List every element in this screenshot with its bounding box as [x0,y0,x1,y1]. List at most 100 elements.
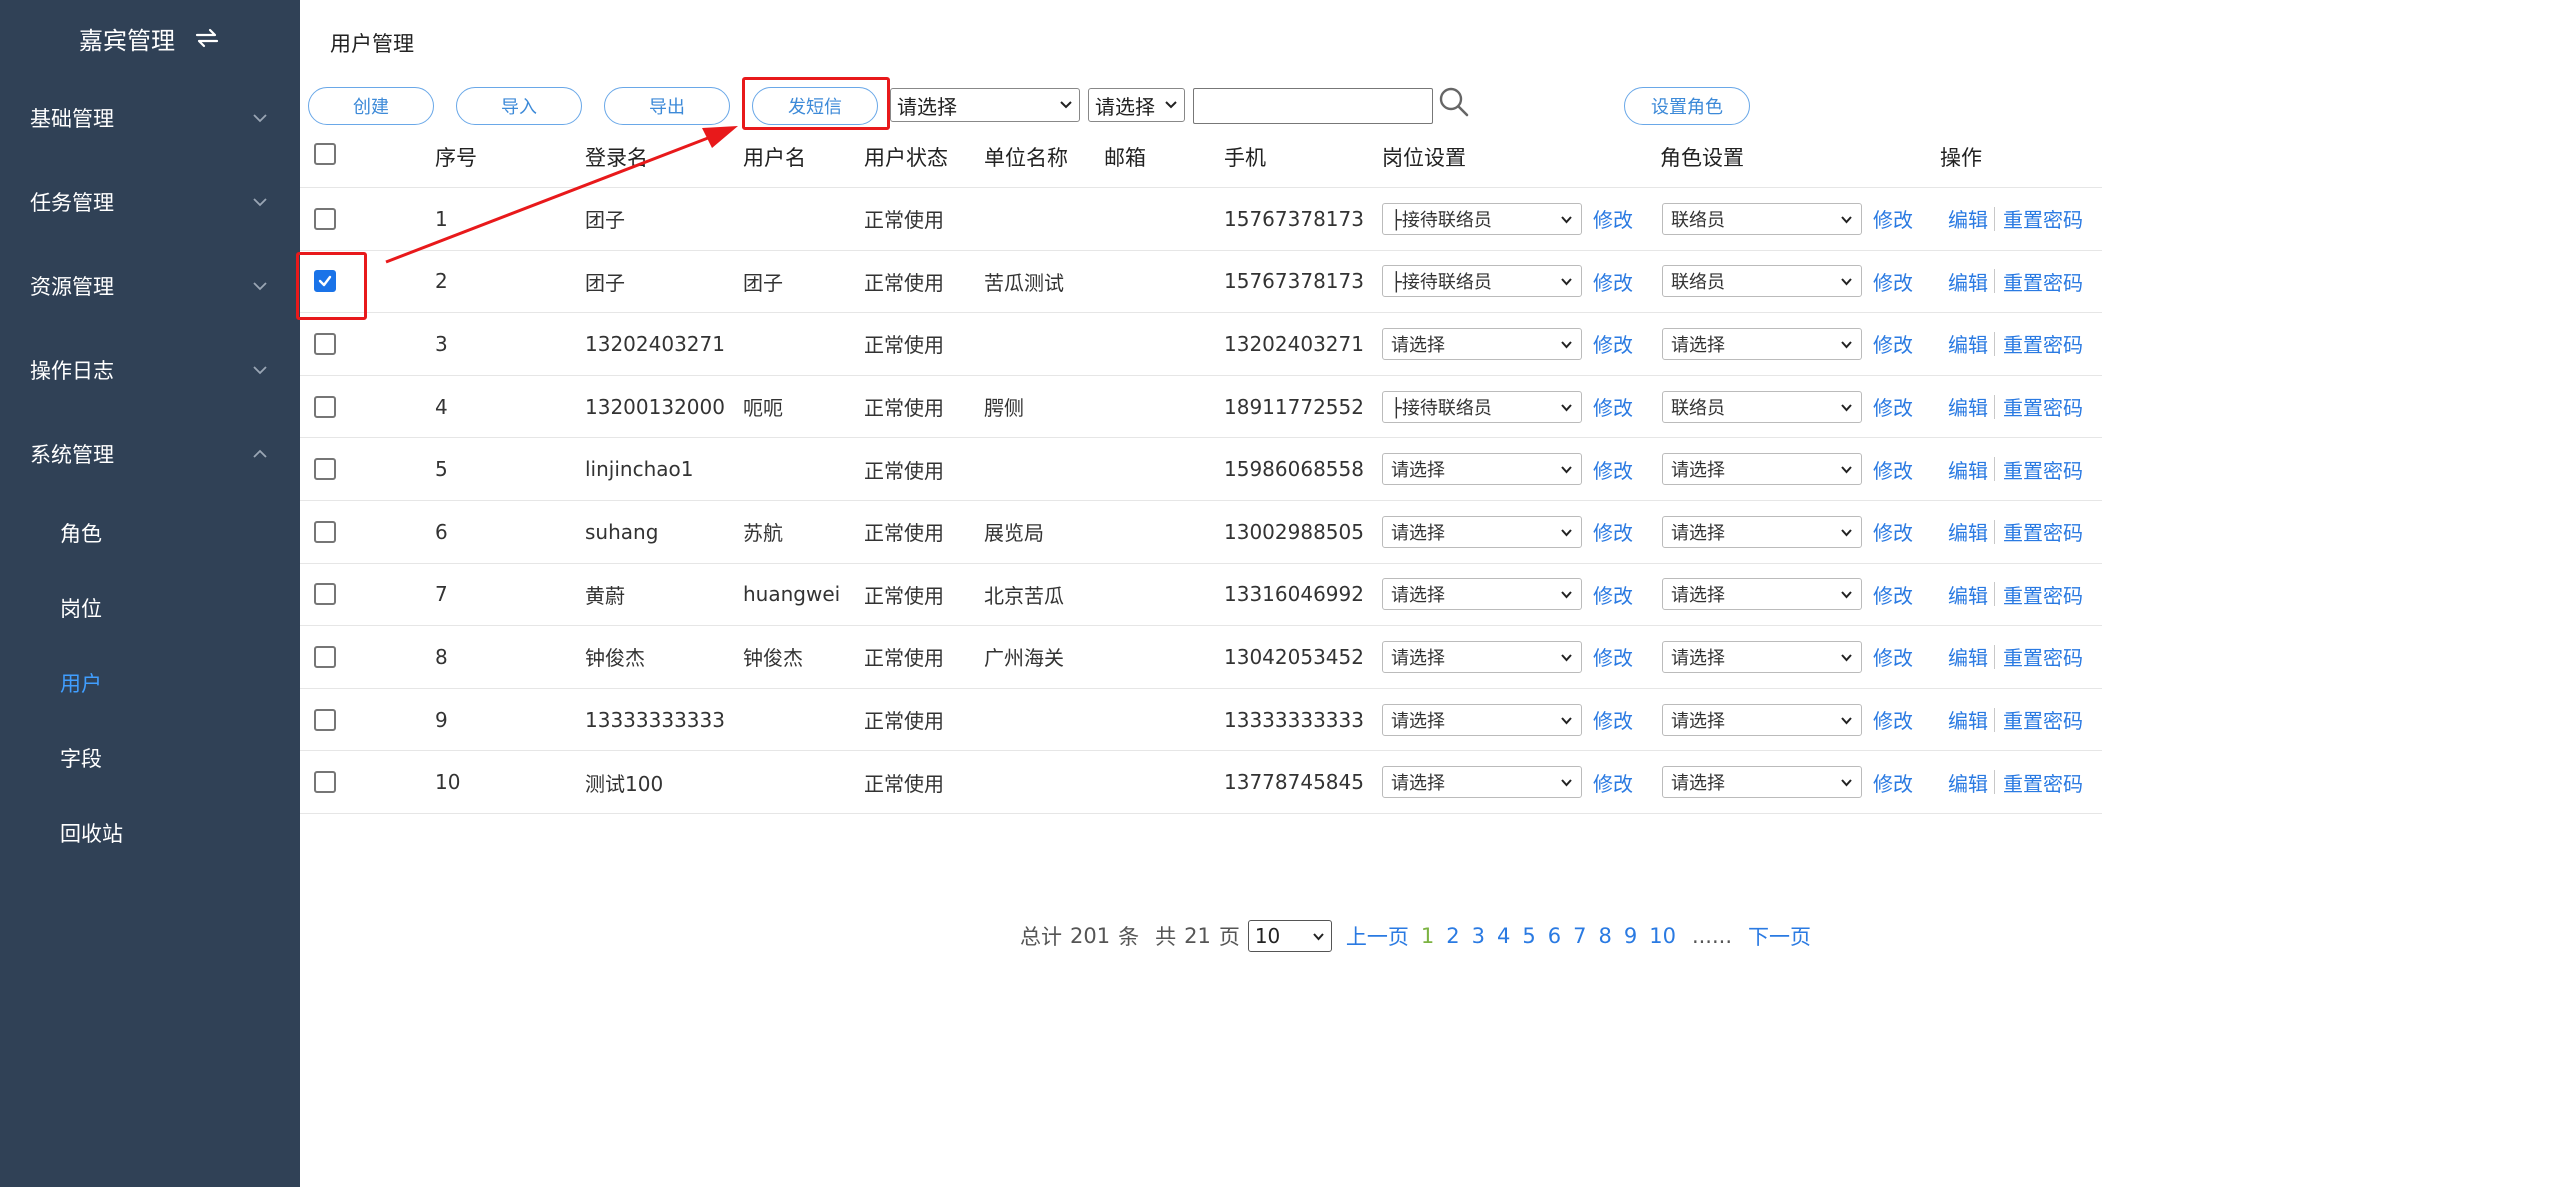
post-select[interactable]: 请选择 [1382,703,1582,736]
reset-password-link[interactable]: 重置密码 [2003,251,2083,313]
modify-role-link[interactable]: 修改 [1873,564,1913,626]
modify-role-link[interactable]: 修改 [1873,313,1913,375]
edit-link[interactable]: 编辑 [1948,376,1988,438]
modify-role-link[interactable]: 修改 [1873,689,1913,751]
post-select[interactable]: ├接待联络员 [1382,390,1582,423]
modify-role-link[interactable]: 修改 [1873,438,1913,500]
page-link-5[interactable]: 5 [1522,924,1535,948]
edit-link[interactable]: 编辑 [1948,501,1988,563]
sidebar-item-recycle-bin[interactable]: 回收站 [0,803,300,863]
page-link-6[interactable]: 6 [1548,924,1561,948]
reset-password-link[interactable]: 重置密码 [2003,501,2083,563]
row-checkbox[interactable] [314,771,336,794]
search-icon[interactable] [1438,86,1470,118]
post-select[interactable]: 请选择 [1382,515,1582,548]
menu-basic-management[interactable]: 基础管理 [0,83,300,153]
modify-role-link[interactable]: 修改 [1873,626,1913,688]
prev-page-link[interactable]: 上一页 [1346,921,1409,951]
row-checkbox[interactable] [314,583,336,606]
post-select[interactable]: 请选择 [1382,453,1582,486]
post-select[interactable]: ├接待联络员 [1382,265,1582,298]
page-link-7[interactable]: 7 [1573,924,1586,948]
page-link-2[interactable]: 2 [1446,924,1459,948]
reset-password-link[interactable]: 重置密码 [2003,188,2083,250]
modify-post-link[interactable]: 修改 [1593,251,1633,313]
row-checkbox[interactable] [314,645,336,668]
modify-post-link[interactable]: 修改 [1593,188,1633,250]
row-checkbox[interactable] [314,708,336,731]
modify-post-link[interactable]: 修改 [1593,564,1633,626]
reset-password-link[interactable]: 重置密码 [2003,564,2083,626]
edit-link[interactable]: 编辑 [1948,626,1988,688]
role-select[interactable]: 请选择 [1662,327,1862,360]
page-size-select[interactable]: 10 [1247,920,1332,952]
role-select[interactable]: 请选择 [1662,703,1862,736]
page-link-1[interactable]: 1 [1421,924,1434,948]
modify-post-link[interactable]: 修改 [1593,438,1633,500]
role-select[interactable]: 请选择 [1662,578,1862,611]
modify-role-link[interactable]: 修改 [1873,501,1913,563]
modify-post-link[interactable]: 修改 [1593,626,1633,688]
reset-password-link[interactable]: 重置密码 [2003,751,2083,813]
reset-password-link[interactable]: 重置密码 [2003,626,2083,688]
next-page-link[interactable]: 下一页 [1748,921,1811,951]
edit-link[interactable]: 编辑 [1948,564,1988,626]
modify-post-link[interactable]: 修改 [1593,689,1633,751]
create-button[interactable]: 创建 [308,87,434,125]
role-select[interactable]: 联络员 [1662,390,1862,423]
role-select[interactable]: 请选择 [1662,515,1862,548]
reset-password-link[interactable]: 重置密码 [2003,313,2083,375]
sidebar-item-field[interactable]: 字段 [0,728,300,788]
menu-system-management[interactable]: 系统管理 [0,419,300,489]
sidebar-item-post[interactable]: 岗位 [0,578,300,638]
modify-post-link[interactable]: 修改 [1593,501,1633,563]
post-select[interactable]: 请选择 [1382,327,1582,360]
modify-role-link[interactable]: 修改 [1873,188,1913,250]
reset-password-link[interactable]: 重置密码 [2003,438,2083,500]
page-link-4[interactable]: 4 [1497,924,1510,948]
switch-icon[interactable] [193,27,221,49]
search-input[interactable] [1193,88,1433,124]
edit-link[interactable]: 编辑 [1948,188,1988,250]
page-link-3[interactable]: 3 [1472,924,1485,948]
filter-select-2[interactable]: 请选择 [1088,88,1185,122]
role-select[interactable]: 联络员 [1662,202,1862,235]
filter-select-1[interactable]: 请选择 [890,88,1080,122]
page-link-9[interactable]: 9 [1624,924,1637,948]
menu-operation-log[interactable]: 操作日志 [0,335,300,405]
role-select[interactable]: 请选择 [1662,453,1862,486]
role-select[interactable]: 联络员 [1662,265,1862,298]
menu-resource-management[interactable]: 资源管理 [0,251,300,321]
post-select[interactable]: 请选择 [1382,640,1582,673]
role-select[interactable]: 请选择 [1662,640,1862,673]
row-checkbox[interactable] [314,458,336,481]
edit-link[interactable]: 编辑 [1948,689,1988,751]
page-link-8[interactable]: 8 [1598,924,1611,948]
row-checkbox[interactable] [314,395,336,418]
sidebar-item-user[interactable]: 用户 [0,653,300,713]
sidebar-item-role[interactable]: 角色 [0,503,300,563]
modify-role-link[interactable]: 修改 [1873,751,1913,813]
menu-task-management[interactable]: 任务管理 [0,167,300,237]
import-button[interactable]: 导入 [456,87,582,125]
post-select[interactable]: ├接待联络员 [1382,202,1582,235]
row-checkbox[interactable] [314,520,336,543]
set-role-button[interactable]: 设置角色 [1624,87,1750,125]
modify-role-link[interactable]: 修改 [1873,251,1913,313]
modify-post-link[interactable]: 修改 [1593,751,1633,813]
modify-post-link[interactable]: 修改 [1593,313,1633,375]
select-all-checkbox[interactable] [314,143,336,165]
page-link-10[interactable]: 10 [1649,924,1676,948]
post-select[interactable]: 请选择 [1382,766,1582,799]
edit-link[interactable]: 编辑 [1948,751,1988,813]
row-checkbox[interactable] [314,207,336,230]
edit-link[interactable]: 编辑 [1948,251,1988,313]
post-select[interactable]: 请选择 [1382,578,1582,611]
reset-password-link[interactable]: 重置密码 [2003,376,2083,438]
modify-post-link[interactable]: 修改 [1593,376,1633,438]
modify-role-link[interactable]: 修改 [1873,376,1913,438]
reset-password-link[interactable]: 重置密码 [2003,689,2083,751]
edit-link[interactable]: 编辑 [1948,313,1988,375]
role-select[interactable]: 请选择 [1662,766,1862,799]
row-checkbox[interactable] [314,332,336,355]
